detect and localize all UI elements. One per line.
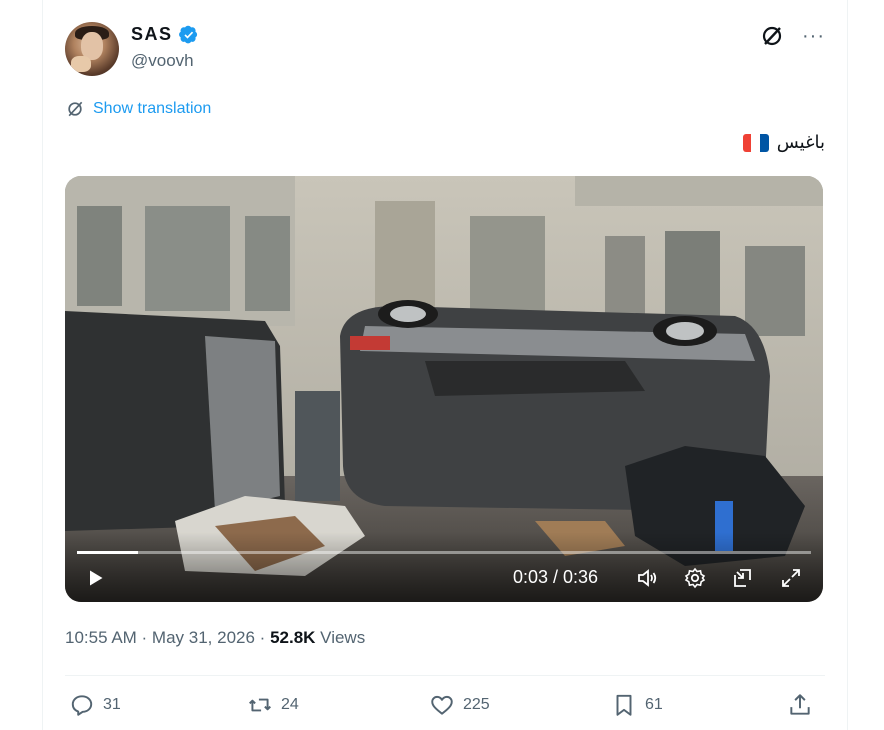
reply-count: 31 bbox=[103, 696, 121, 713]
france-flag-icon bbox=[742, 133, 769, 152]
volume-icon[interactable] bbox=[635, 566, 659, 590]
bookmark-icon bbox=[616, 694, 632, 716]
grok-icon[interactable] bbox=[760, 24, 784, 48]
fullscreen-icon[interactable] bbox=[779, 566, 803, 590]
video-player[interactable]: 0:03 / 0:36 bbox=[65, 176, 823, 602]
avatar[interactable] bbox=[65, 22, 119, 76]
like-count: 225 bbox=[463, 696, 490, 713]
tweet-text: باغيس bbox=[742, 132, 825, 153]
video-progress-fill bbox=[77, 551, 138, 554]
repost-icon bbox=[249, 698, 271, 712]
reply-button[interactable]: 31 bbox=[69, 692, 121, 718]
views-count: 52.8K bbox=[270, 628, 316, 647]
avatar-hand bbox=[71, 56, 91, 72]
tweet-text-content: باغيس bbox=[776, 132, 825, 152]
repost-button[interactable]: 24 bbox=[247, 692, 299, 718]
views-label: Views bbox=[315, 628, 366, 647]
divider bbox=[65, 675, 825, 676]
author-name-row[interactable]: SAS bbox=[131, 24, 199, 45]
share-icon bbox=[790, 694, 810, 715]
tweet-top-actions: ··· bbox=[760, 24, 825, 48]
tweet-time-date[interactable]: 10:55 AM · May 31, 2026 · bbox=[65, 628, 270, 647]
verified-badge-icon bbox=[178, 25, 197, 43]
settings-icon[interactable] bbox=[683, 566, 707, 590]
like-button[interactable]: 225 bbox=[429, 692, 490, 718]
more-options-icon[interactable]: ··· bbox=[802, 26, 825, 46]
share-button[interactable] bbox=[787, 692, 813, 718]
reply-icon bbox=[71, 695, 93, 716]
translate-icon bbox=[68, 101, 83, 117]
play-icon[interactable] bbox=[85, 568, 105, 588]
bookmark-button[interactable]: 61 bbox=[611, 692, 663, 718]
show-translation-link[interactable]: Show translation bbox=[65, 99, 211, 119]
video-progress-bar[interactable] bbox=[77, 551, 811, 554]
tweet-card: SAS @voovh ··· Show translation باغيس 0:… bbox=[42, 0, 848, 730]
bookmark-count: 61 bbox=[645, 696, 663, 713]
heart-icon bbox=[431, 695, 453, 715]
pip-icon[interactable] bbox=[731, 566, 755, 590]
repost-count: 24 bbox=[281, 696, 299, 713]
video-time: 0:03 / 0:36 bbox=[513, 567, 599, 587]
tweet-timestamp: 10:55 AM · May 31, 2026 · 52.8K Views bbox=[65, 628, 365, 648]
tweet-actions-bar: 31 24 225 61 bbox=[65, 692, 825, 724]
video-controls: 0:03 / 0:36 bbox=[65, 532, 823, 602]
author-handle[interactable]: @voovh bbox=[131, 51, 194, 71]
show-translation-label[interactable]: Show translation bbox=[93, 100, 211, 118]
author-name[interactable]: SAS bbox=[131, 24, 173, 45]
